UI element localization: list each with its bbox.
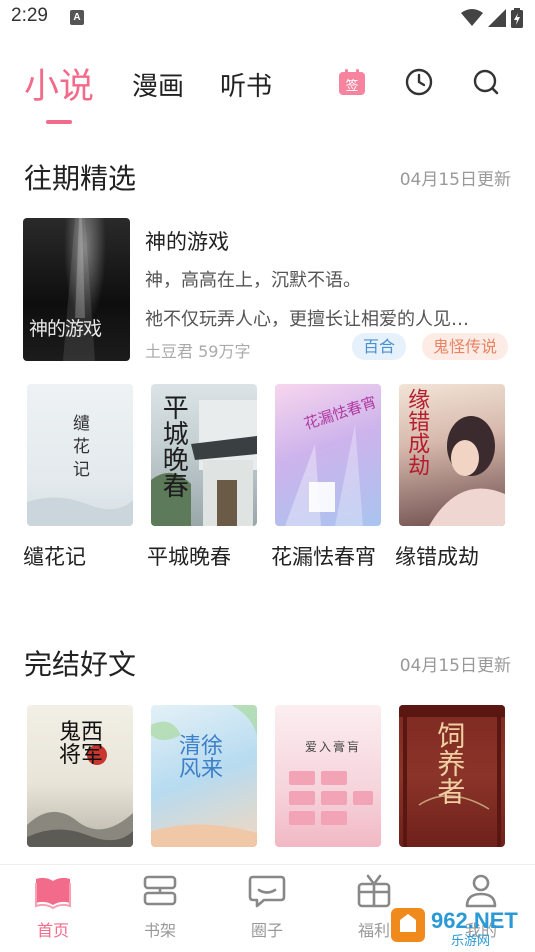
search-icon <box>473 69 499 95</box>
wifi-icon <box>461 9 483 26</box>
book-cover[interactable]: 平城晚春 <box>151 384 257 526</box>
section-title: 往期精选 <box>24 162 137 195</box>
bookshelf-icon <box>143 875 177 906</box>
book-cover-title: 平城晚春 <box>158 394 189 498</box>
book-cover[interactable]: 缱花记 <box>27 384 133 526</box>
featured-book[interactable]: 神的游戏 神的游戏 神，高高在上，沉默不语。 祂不仅玩弄人心，更擅长让相爱的人见… <box>23 218 513 362</box>
watermark-text: 962.NET <box>431 908 518 933</box>
book-cover-title: 鬼西将军 <box>59 720 104 769</box>
notification-a-icon: A <box>70 10 84 25</box>
clock-icon <box>405 68 433 96</box>
book-title[interactable]: 花漏怯春宵 <box>271 541 376 571</box>
tab-novel[interactable]: 小说 <box>24 58 94 109</box>
home-book-icon <box>35 877 71 909</box>
history-button[interactable] <box>404 67 434 97</box>
chat-bubble-icon <box>248 875 286 908</box>
genre-tag-ghost[interactable]: 鬼怪传说 <box>422 333 509 360</box>
book-row-past-picks: 缱花记 缱花记 平城晚春 平城晚春 花漏怯春宵 花漏怯春宵 缘错成劫 缘错成劫 <box>0 384 535 584</box>
nav-label-bookshelf: 书架 <box>143 921 176 940</box>
book-title[interactable]: 缱花记 <box>23 541 86 571</box>
book-cover-title: 饲养者 <box>433 721 467 805</box>
book-cover[interactable]: 鬼西将军 <box>27 705 133 847</box>
tab-comic[interactable]: 漫画 <box>132 66 184 103</box>
active-tab-indicator <box>46 120 72 124</box>
featured-book-intro-line2: 祂不仅玩弄人心，更擅长让相爱的人见… <box>145 309 469 330</box>
tab-audiobook[interactable]: 听书 <box>220 66 272 103</box>
nav-label-home: 首页 <box>36 921 69 940</box>
site-watermark-logo: 962.NET 乐游网 <box>391 904 529 949</box>
section-update-date: 04月15日更新 <box>399 170 511 190</box>
book-title[interactable]: 平城晚春 <box>147 541 231 571</box>
book-cover[interactable]: 饲养者 <box>399 705 505 847</box>
top-nav: 小说 漫画 听书 签 <box>0 52 535 132</box>
signal-icon <box>488 9 506 27</box>
book-title[interactable]: 缘错成劫 <box>395 541 479 571</box>
status-bar: 2:29 A <box>0 0 535 36</box>
book-cover[interactable]: 花漏怯春宵 <box>275 384 381 526</box>
search-button[interactable] <box>471 67 501 97</box>
sign-in-label: 签 <box>345 78 358 94</box>
book-cover[interactable]: 爱入膏肓 <box>275 705 381 847</box>
book-cover-title: 缘错成劫 <box>404 388 430 476</box>
watermark-logo-icon: 962.NET 乐游网 <box>391 908 518 949</box>
section-update-date: 04月15日更新 <box>399 656 511 676</box>
nav-item-circle[interactable]: 圈子 <box>232 873 302 941</box>
sign-in-button[interactable]: 签 <box>337 67 367 97</box>
book-cover-title: 缱花记 <box>68 414 89 483</box>
battery-icon <box>511 8 523 28</box>
nav-item-bookshelf[interactable]: 书架 <box>125 873 195 941</box>
nav-label-circle: 圈子 <box>250 921 283 940</box>
book-cover[interactable]: 缘错成劫 <box>399 384 505 526</box>
section-header-past-picks: 往期精选 04月15日更新 <box>0 157 535 197</box>
section-header-completed: 完结好文 04月15日更新 <box>0 643 535 683</box>
featured-book-intro-line1: 神，高高在上，沉默不语。 <box>145 270 361 291</box>
genre-tag-yuri[interactable]: 百合 <box>352 333 407 360</box>
watermark-subtext: 乐游网 <box>451 934 490 948</box>
featured-book-title[interactable]: 神的游戏 <box>145 226 229 256</box>
cover-art <box>289 771 373 825</box>
book-cover-title: 清徐风来 <box>179 734 224 783</box>
status-icons <box>461 7 523 29</box>
gift-icon <box>357 874 391 908</box>
nav-item-home[interactable]: 首页 <box>18 873 88 941</box>
section-title: 完结好文 <box>24 648 137 681</box>
book-cover-title: 爱入膏肓 <box>305 740 362 754</box>
featured-book-author-words: 土豆君 59万字 <box>145 342 251 361</box>
book-cover[interactable]: 清徐风来 <box>151 705 257 847</box>
status-time: 2:29 <box>11 5 48 26</box>
calendar-sign-icon: 签 <box>339 69 365 95</box>
featured-cover-title: 神的游戏 <box>29 318 102 340</box>
featured-book-cover[interactable]: 神的游戏 <box>23 218 130 361</box>
